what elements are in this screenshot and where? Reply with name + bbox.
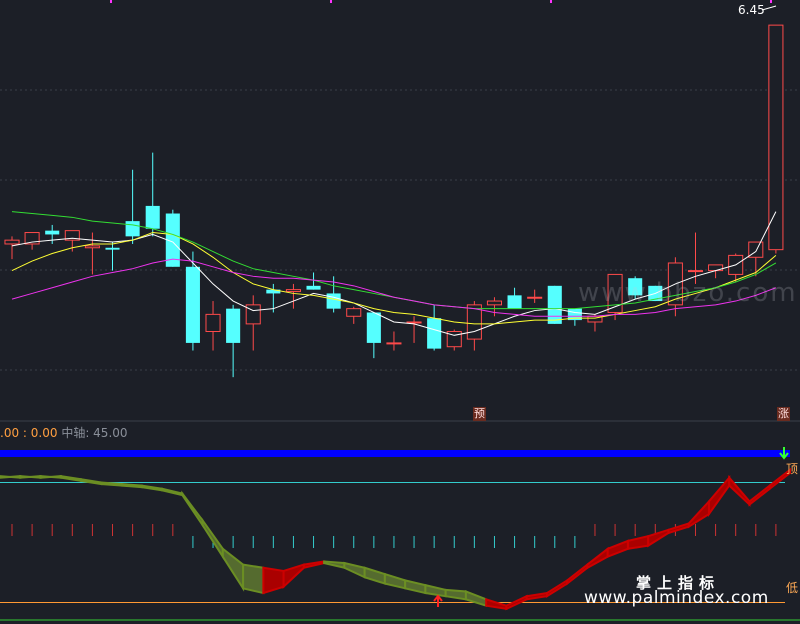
legend-mid-axis: 中轴: 45.00: [61, 426, 128, 440]
signal-tag-yu: 预: [473, 407, 486, 421]
band-segment: [687, 498, 710, 529]
high-price-label: 6.45: [738, 3, 765, 17]
candle-body-down: [105, 247, 120, 250]
band-segment: [80, 478, 103, 486]
candle-body-up: [406, 321, 422, 324]
band-segment: [59, 474, 83, 483]
top-tick-mark: [770, 0, 772, 3]
candle-body-up: [486, 300, 502, 306]
band-segment: [120, 482, 143, 489]
band-segment: [343, 561, 366, 579]
band-segment: [302, 560, 326, 570]
band-segment: [19, 475, 42, 479]
band-segment: [201, 517, 224, 561]
band-segment: [748, 483, 771, 507]
band-segment: [282, 563, 305, 590]
top-tick-mark: [110, 0, 112, 3]
candle-body-down: [547, 285, 562, 324]
indicator-legend: .00 : 0.00 中轴: 45.00: [0, 424, 128, 441]
band-segment: [464, 589, 488, 608]
band-segment: [626, 534, 650, 550]
candle-body-down: [226, 308, 241, 343]
candle-body-up: [205, 313, 221, 332]
watermark-mid: www.bbzo.com: [578, 278, 798, 308]
grid-lines: [0, 0, 800, 422]
band-segment: [606, 539, 629, 559]
candle-body-down: [145, 205, 160, 229]
band-segment: [667, 522, 690, 535]
band-segment: [161, 487, 184, 497]
band-segment: [566, 562, 589, 586]
band-segment: [140, 484, 164, 492]
band-segment: [728, 474, 751, 507]
buy-arrow: [433, 594, 443, 607]
candle-body-down: [366, 312, 381, 343]
candle-body-down: [427, 318, 442, 349]
band-segment: [100, 481, 123, 487]
candle-body-up: [346, 308, 362, 317]
band-segment: [707, 474, 731, 518]
band-segment: [0, 475, 22, 479]
band-segment: [242, 563, 265, 595]
candle-body-down: [125, 221, 140, 237]
chart-canvas: [0, 0, 800, 621]
band-segment: [221, 546, 245, 592]
candle-body-down: [507, 295, 522, 309]
candle-body-up: [285, 289, 301, 293]
candle-body-up: [687, 270, 704, 273]
band-segment: [363, 566, 386, 585]
band-segment: [485, 598, 508, 611]
band-segment: [545, 578, 569, 599]
top-tick-mark: [550, 0, 552, 3]
candlestick-series: [4, 24, 784, 378]
candle-body-up: [386, 342, 402, 345]
blue-band: [0, 450, 790, 457]
candle-body-down: [45, 230, 60, 235]
legend-value: .00 : 0.00: [0, 426, 58, 440]
band-segment: [404, 579, 427, 595]
band-segment: [262, 566, 285, 595]
signal-tag-zhang: 涨: [777, 407, 790, 421]
level-label-low: 低: [786, 581, 799, 595]
candle-body-up: [527, 296, 543, 299]
top-tick-mark: [330, 0, 332, 3]
candle-body-down: [326, 293, 341, 309]
candle-body-up: [4, 239, 20, 245]
candle-body-up: [84, 245, 100, 249]
watermark-url: www.palmindex.com: [584, 588, 769, 608]
band-segment: [323, 560, 346, 570]
candle-body-up: [708, 264, 724, 272]
candle-body-down: [185, 266, 200, 343]
band-segment: [424, 583, 447, 598]
band-segment: [525, 591, 548, 601]
band-segment: [586, 546, 609, 570]
candle-body-up: [768, 24, 784, 251]
band-segment: [647, 528, 670, 548]
level-label-top: 顶: [786, 462, 799, 476]
band-segment: [444, 588, 467, 601]
band-segment: [383, 572, 407, 590]
band-segment: [181, 490, 204, 529]
band-segment: [39, 475, 62, 479]
candle-body-down: [306, 285, 321, 290]
